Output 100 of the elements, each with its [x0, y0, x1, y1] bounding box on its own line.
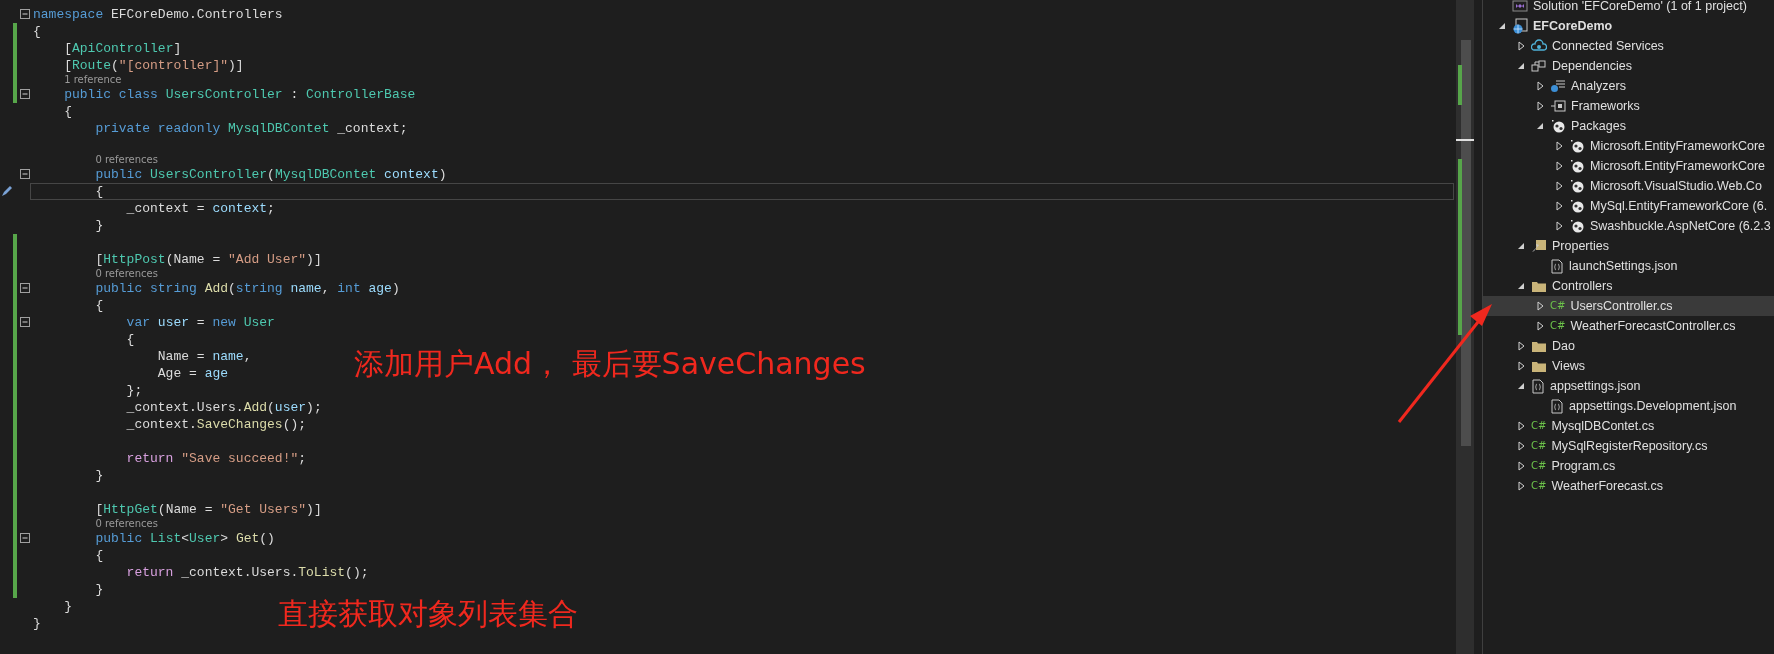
cloud-icon [1531, 39, 1547, 53]
tree-item-label: Frameworks [1571, 98, 1640, 114]
tree-item[interactable]: Packages [1483, 116, 1774, 136]
collapsed-arrow-icon[interactable] [1536, 81, 1544, 91]
expanded-arrow-icon[interactable] [1517, 242, 1525, 250]
json-file-icon [1531, 378, 1545, 394]
tree-item[interactable]: launchSettings.json [1483, 256, 1774, 276]
tree-item[interactable]: Microsoft.EntityFrameworkCore [1483, 156, 1774, 176]
tree-item[interactable]: Frameworks [1483, 96, 1774, 116]
caret-position-marker [1456, 139, 1474, 141]
tree-item[interactable]: Microsoft.EntityFrameworkCore [1483, 136, 1774, 156]
tree-item[interactable]: Properties [1483, 236, 1774, 256]
code-line: public class UsersController : ControllerBase [63, 87, 416, 102]
collapse-icon[interactable] [20, 169, 30, 179]
code-line: } [63, 599, 72, 614]
code-line: public List<User> Get() [94, 531, 275, 546]
scrollbar-thumb[interactable] [1461, 40, 1471, 446]
code-line: [HttpPost(Name = "Add User")] [94, 252, 322, 267]
json-file-icon [1550, 258, 1564, 274]
tree-item-label: Connected Services [1552, 38, 1664, 54]
tree-item-label: MysqlDBContet.cs [1551, 418, 1655, 434]
folder-icon [1531, 359, 1547, 373]
package-icon [1569, 219, 1585, 233]
tree-item[interactable]: EFCoreDemo [1483, 16, 1774, 36]
tree-item[interactable]: C# WeatherForecastController.cs [1483, 316, 1774, 336]
references-hint[interactable]: 0 references [95, 154, 158, 166]
collapse-icon[interactable] [20, 9, 30, 19]
collapsed-arrow-icon[interactable] [1517, 341, 1525, 351]
expanded-arrow-icon[interactable] [1536, 122, 1544, 130]
collapse-icon[interactable] [20, 89, 30, 99]
vertical-scrollbar[interactable] [1456, 0, 1474, 654]
tree-item-label: launchSettings.json [1569, 258, 1678, 274]
code-line: { [125, 332, 135, 347]
collapsed-arrow-icon[interactable] [1517, 481, 1525, 491]
tree-item-label: Properties [1552, 238, 1609, 254]
expanded-arrow-icon[interactable] [1517, 382, 1525, 390]
references-hint[interactable]: 1 reference [64, 74, 122, 86]
tree-item-label: Dao [1552, 338, 1575, 354]
collapsed-arrow-icon[interactable] [1536, 101, 1544, 111]
collapsed-arrow-icon[interactable] [1517, 361, 1525, 371]
collapse-icon[interactable] [20, 283, 30, 293]
code-line: var user = new User [125, 315, 275, 330]
code-line: } [94, 218, 104, 233]
collapsed-arrow-icon[interactable] [1555, 161, 1563, 171]
tree-item[interactable]: Controllers [1483, 276, 1774, 296]
pencil-icon[interactable] [0, 184, 14, 198]
code-line: [ApiController] [63, 41, 182, 56]
collapsed-arrow-icon[interactable] [1555, 181, 1563, 191]
code-line: { [94, 548, 104, 563]
tree-item[interactable]: Solution 'EFCoreDemo' (1 of 1 project) [1483, 0, 1774, 16]
collapsed-arrow-icon[interactable] [1555, 201, 1563, 211]
expanded-arrow-icon[interactable] [1498, 22, 1506, 30]
tree-item[interactable]: Views [1483, 356, 1774, 376]
collapsed-arrow-icon[interactable] [1517, 441, 1525, 451]
tree-item[interactable]: Analyzers [1483, 76, 1774, 96]
tree-item-label: appsettings.Development.json [1569, 398, 1737, 414]
tree-item[interactable]: Connected Services [1483, 36, 1774, 56]
expanded-arrow-icon[interactable] [1517, 62, 1525, 70]
tree-item-label: Microsoft.VisualStudio.Web.Co [1590, 178, 1762, 194]
folder-icon [1531, 339, 1547, 353]
csharp-file-icon: C# [1550, 320, 1566, 332]
collapse-icon[interactable] [20, 317, 30, 327]
collapsed-arrow-icon[interactable] [1536, 301, 1544, 311]
tree-item[interactable]: Dependencies [1483, 56, 1774, 76]
tree-item[interactable]: C# UsersController.cs [1483, 296, 1774, 316]
collapse-icon[interactable] [20, 533, 30, 543]
code-line: namespace EFCoreDemo.Controllers [33, 7, 283, 22]
tree-item[interactable]: Dao [1483, 336, 1774, 356]
tree-item[interactable]: C# MySqlRegisterRepository.cs [1483, 436, 1774, 456]
tree-item[interactable]: appsettings.json [1483, 376, 1774, 396]
tree-item-label: Solution 'EFCoreDemo' (1 of 1 project) [1533, 0, 1747, 14]
tree-item-label: WeatherForecastController.cs [1570, 318, 1736, 334]
csharp-file-icon: C# [1550, 300, 1566, 312]
dependencies-icon [1531, 59, 1547, 73]
tree-item[interactable]: C# WeatherForecast.cs [1483, 476, 1774, 496]
tree-item-label: UsersController.cs [1570, 298, 1673, 314]
json-file-icon [1550, 398, 1564, 414]
collapsed-arrow-icon[interactable] [1517, 41, 1525, 51]
annotation-text: 添加用户Add， 最后要SaveChanges [354, 346, 866, 382]
tree-item-label: Analyzers [1571, 78, 1626, 94]
collapsed-arrow-icon[interactable] [1555, 221, 1563, 231]
tree-item[interactable]: appsettings.Development.json [1483, 396, 1774, 416]
collapsed-arrow-icon[interactable] [1517, 421, 1525, 431]
tree-item[interactable]: Microsoft.VisualStudio.Web.Co [1483, 176, 1774, 196]
tree-item[interactable]: MySql.EntityFrameworkCore (6. [1483, 196, 1774, 216]
references-hint[interactable]: 0 references [95, 268, 158, 280]
tree-item[interactable]: C# MysqlDBContet.cs [1483, 416, 1774, 436]
collapsed-arrow-icon[interactable] [1517, 461, 1525, 471]
tree-item[interactable]: C# Program.cs [1483, 456, 1774, 476]
csharp-file-icon: C# [1531, 480, 1547, 492]
references-hint[interactable]: 0 references [95, 518, 158, 530]
solution-icon [1512, 0, 1528, 13]
package-icon [1569, 139, 1585, 153]
tree-item[interactable]: Swashbuckle.AspNetCore (6.2.3 [1483, 216, 1774, 236]
code-line: { [33, 24, 41, 39]
collapsed-arrow-icon[interactable] [1555, 141, 1563, 151]
csharp-file-icon: C# [1531, 440, 1547, 452]
expanded-arrow-icon[interactable] [1517, 282, 1525, 290]
collapsed-arrow-icon[interactable] [1536, 321, 1544, 331]
code-line: } [33, 616, 41, 631]
